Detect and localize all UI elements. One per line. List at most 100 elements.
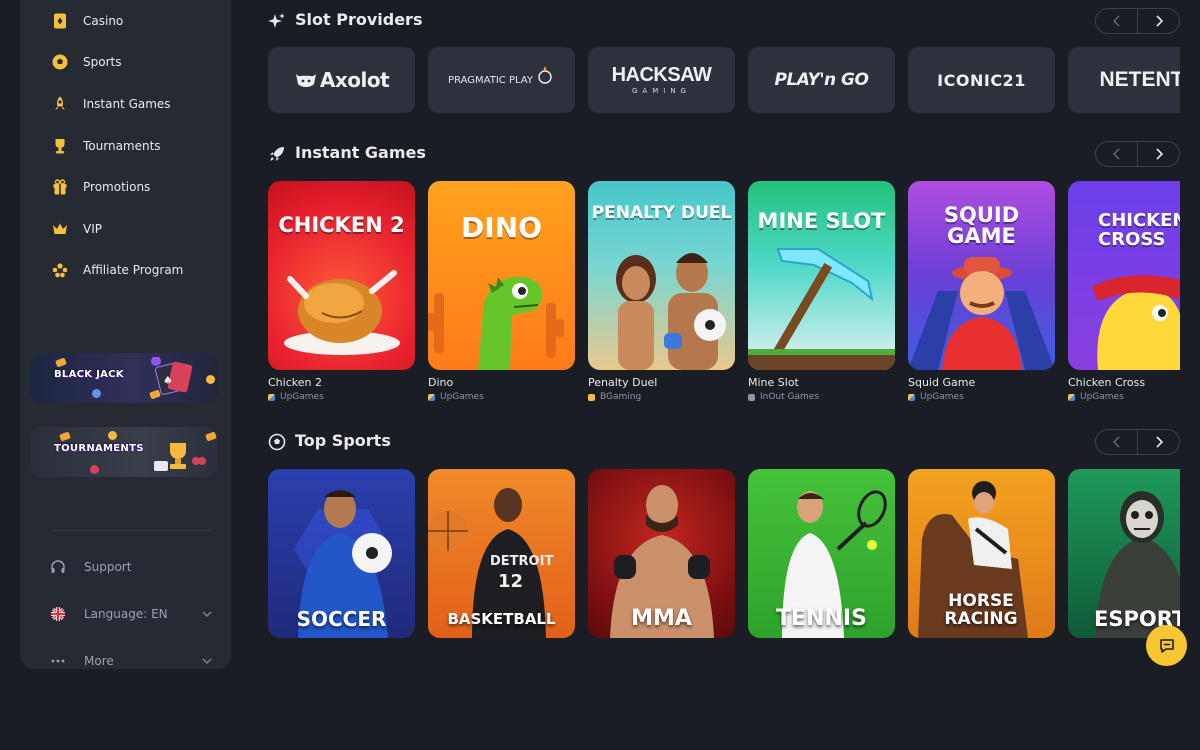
game-card-dino[interactable]: DINO Dino UpGames [428, 181, 575, 402]
more-dots-icon [48, 651, 68, 671]
sport-card-esport[interactable]: ESPORT [1068, 469, 1180, 638]
sidebar-nav: Casino Sports Instant Games Tournaments … [20, 0, 231, 291]
provider-tile-playngo[interactable]: PLAY'n GO [748, 47, 895, 113]
trophy-stack-icon [154, 443, 206, 471]
sidebar-item-casino[interactable]: Casino [20, 0, 231, 42]
support-link[interactable]: Support [48, 556, 213, 578]
chip-icon [205, 431, 217, 442]
sport-label: MMA [631, 606, 692, 631]
provider-name: Axolot [319, 68, 390, 92]
sidebar-item-tournaments[interactable]: Tournaments [20, 125, 231, 167]
headset-icon [48, 557, 68, 577]
carousel-nav [1095, 141, 1180, 167]
game-card-squid-game[interactable]: SQUID GAME Squid Game UpGames [908, 181, 1055, 402]
provider-logo-icon [748, 393, 755, 401]
players-illustration-icon [616, 253, 726, 370]
provider-tile-pragmatic-play[interactable]: PRAGMATIC PLAY [428, 47, 575, 113]
game-card-chicken-2[interactable]: CHICKEN 2 Chicken 2 UpGames [268, 181, 415, 402]
provider-label: UpGames [280, 392, 324, 402]
chevron-right-icon [1155, 436, 1163, 448]
chevron-left-icon [1112, 15, 1119, 27]
sidebar-divider [50, 530, 210, 531]
provider-logo-icon [428, 393, 435, 401]
game-name: Chicken Cross [1068, 376, 1146, 389]
sparkles-icon [268, 13, 285, 28]
provider-tile-iconic21[interactable]: ICONIC21 [908, 47, 1055, 113]
game-name: Dino [428, 376, 454, 389]
game-provider: BGaming [588, 392, 735, 402]
provider-name: HACKSAW [611, 64, 712, 86]
sport-card-soccer[interactable]: SOCCER [268, 469, 415, 638]
provider-tile-axolot[interactable]: Axolot [268, 47, 415, 113]
provider-label: UpGames [1080, 392, 1124, 402]
thumb-title: MINE SLOT [757, 209, 886, 233]
tournaments-banner-label: TOURNAMENTS [54, 443, 144, 454]
language-label: Language: EN [84, 607, 168, 621]
slot-providers-header: Slot Providers [268, 8, 1180, 34]
more-menu[interactable]: More [48, 650, 213, 672]
top-sports-header: Top Sports [268, 429, 1180, 455]
instant-games-header: Instant Games [268, 141, 1180, 167]
sport-label: SOCCER [296, 607, 387, 631]
game-thumbnail: SQUID GAME [908, 181, 1055, 370]
next-button[interactable] [1138, 430, 1179, 454]
sport-card-basketball[interactable]: DETROIT 12 BASKETBALL [428, 469, 575, 638]
chip-icon [55, 357, 67, 368]
prev-button[interactable] [1096, 9, 1138, 33]
provider-subname: GAMING [632, 87, 691, 95]
pickaxe-icon [748, 248, 895, 370]
provider-name: NETENT [1099, 68, 1181, 91]
trophy-icon [50, 136, 70, 156]
sidebar-item-instant-games[interactable]: Instant Games [20, 83, 231, 125]
prev-button[interactable] [1096, 430, 1138, 454]
sidebar-item-label: Instant Games [83, 96, 171, 111]
provider-logo-icon [588, 393, 595, 401]
provider-name: ICONIC21 [937, 70, 1026, 90]
axolot-logo-icon [295, 74, 316, 87]
prev-button[interactable] [1096, 142, 1138, 166]
game-provider: UpGames [1068, 392, 1180, 402]
sport-card-horse-racing[interactable]: HORSE RACING [908, 469, 1055, 638]
sidebar-item-label: VIP [83, 221, 102, 236]
provider-tile-hacksaw[interactable]: HACKSAW GAMING [588, 47, 735, 113]
sidebar-item-label: Casino [83, 13, 124, 28]
sport-card-tennis[interactable]: TENNIS [748, 469, 895, 638]
tournaments-banner[interactable]: TOURNAMENTS [30, 427, 218, 477]
cards-icon [50, 11, 70, 31]
chat-button[interactable] [1146, 625, 1187, 666]
thumb-title: SQUID GAME [943, 203, 1020, 248]
sidebar-item-label: Promotions [83, 180, 151, 195]
carousel-nav [1095, 8, 1180, 34]
sidebar-item-affiliate[interactable]: Affiliate Program [20, 250, 231, 292]
chevron-left-icon [1112, 148, 1119, 160]
sidebar-item-vip[interactable]: VIP [20, 208, 231, 250]
game-card-mine-slot[interactable]: MINE SLOT Mine Slot InOut Games [748, 181, 895, 402]
character-illustration-icon [908, 257, 1055, 370]
support-label: Support [84, 560, 132, 574]
provider-name: PRAGMATIC PLAY [448, 74, 533, 86]
sport-label: HORSE RACING [944, 591, 1018, 629]
provider-label: BGaming [600, 392, 642, 402]
rocket-icon [50, 94, 70, 114]
coin-icon [108, 431, 117, 440]
language-select[interactable]: Language: EN [48, 603, 213, 625]
provider-label: InOut Games [760, 392, 820, 402]
next-button[interactable] [1138, 142, 1179, 166]
section-title: Instant Games [295, 143, 426, 162]
sport-label: TENNIS [776, 606, 867, 631]
provider-tile-netent[interactable]: NETENT [1068, 47, 1180, 113]
soccer-ball-icon [50, 52, 70, 72]
next-button[interactable] [1138, 9, 1179, 33]
game-card-penalty-duel[interactable]: PENALTY DUEL Penalty Duel BGaming [588, 181, 735, 402]
game-thumbnail: DINO [428, 181, 575, 370]
sidebar-item-promotions[interactable]: Promotions [20, 166, 231, 208]
sport-card-mma[interactable]: MMA [588, 469, 735, 638]
sidebar-item-sports[interactable]: Sports [20, 42, 231, 84]
sport-label: BASKETBALL [447, 610, 556, 628]
svg-text:12: 12 [498, 571, 523, 592]
chevron-left-icon [1112, 436, 1119, 448]
blackjack-banner[interactable]: BLACK JACK ♠ [30, 353, 218, 403]
sidebar-item-label: Affiliate Program [83, 263, 184, 278]
provider-logo-icon [1068, 393, 1075, 401]
game-card-chicken-cross[interactable]: CHICKEN CROSS Chicken Cross UpGames [1068, 181, 1180, 402]
